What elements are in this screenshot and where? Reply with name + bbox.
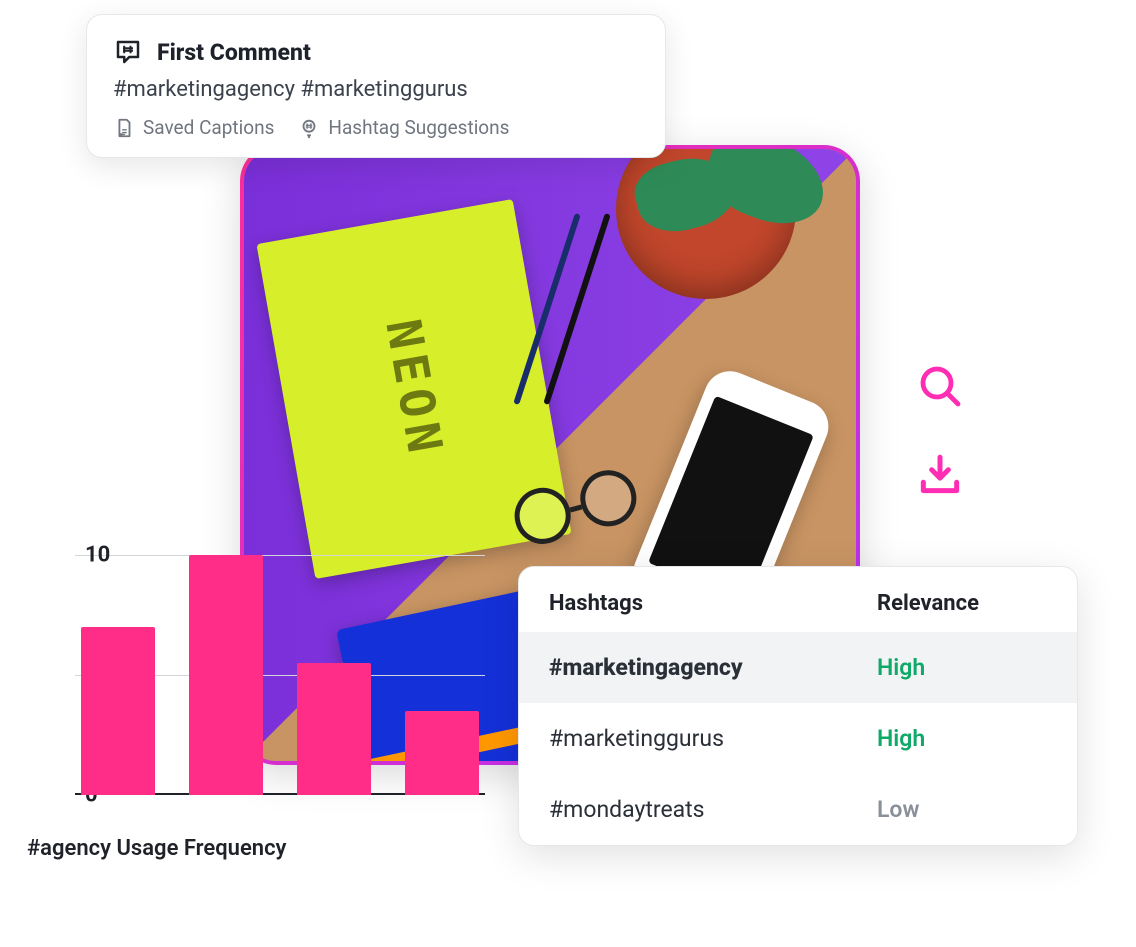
hashtag-name: #marketingagency [549, 654, 877, 681]
first-comment-card: First Comment #marketingagency #marketin… [86, 14, 666, 158]
saved-captions-icon [113, 117, 135, 139]
download-icon[interactable] [914, 450, 966, 502]
hashtag-suggestions-icon [298, 117, 320, 139]
hashtag-relevance: Low [877, 796, 1047, 823]
first-comment-title: First Comment [157, 39, 311, 66]
relevance-column-header: Relevance [877, 591, 1047, 616]
hashtag-relevance-card: Hashtags Relevance #marketingagencyHigh#… [518, 566, 1078, 846]
chart-bar [297, 663, 371, 795]
hashtag-name: #mondaytreats [549, 796, 877, 823]
saved-captions-button[interactable]: Saved Captions [113, 116, 274, 139]
usage-frequency-chart: 10 5 0 #agency Usage Frequency [15, 545, 495, 865]
search-icon[interactable] [914, 360, 966, 412]
hashtag-relevance: High [877, 654, 1047, 681]
hashtag-name: #marketinggurus [549, 725, 877, 752]
hashtag-row[interactable]: #marketingagencyHigh [519, 632, 1077, 703]
first-comment-text[interactable]: #marketingagency #marketinggurus [113, 77, 639, 102]
chart-title: #agency Usage Frequency [27, 836, 286, 861]
hashtag-suggestions-label: Hashtag Suggestions [328, 116, 509, 139]
hashtag-row[interactable]: #marketinggurusHigh [519, 703, 1077, 774]
hashtag-suggestions-button[interactable]: Hashtag Suggestions [298, 116, 509, 139]
hashtags-column-header: Hashtags [549, 591, 877, 616]
hashtag-relevance: High [877, 725, 1047, 752]
chart-bar [81, 627, 155, 795]
chart-bar [189, 555, 263, 795]
chart-bar [405, 711, 479, 795]
hashtag-comment-icon [113, 37, 143, 67]
hashtag-row[interactable]: #mondaytreatsLow [519, 774, 1077, 845]
saved-captions-label: Saved Captions [143, 116, 274, 139]
